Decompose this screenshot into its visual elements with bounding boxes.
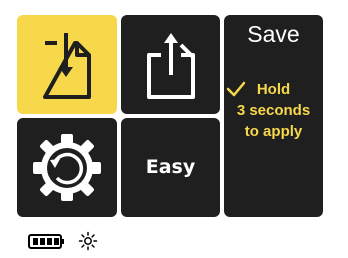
battery-icon <box>28 234 64 249</box>
brightness-icon <box>78 231 98 251</box>
save-tile[interactable]: Save Hold 3 seconds to apply <box>224 15 323 217</box>
hold-apply: to apply <box>244 123 303 140</box>
import-file-icon <box>43 33 91 99</box>
hold-label: Hold <box>256 81 291 98</box>
export-tile[interactable] <box>121 15 220 114</box>
mode-label: Easy <box>145 156 196 178</box>
hold-instruction: Hold <box>224 81 323 98</box>
import-tile[interactable] <box>17 15 117 114</box>
reset-tile[interactable] <box>17 118 117 217</box>
save-title: Save <box>247 21 300 47</box>
hold-duration: 3 seconds <box>236 102 311 119</box>
reset-dial-icon <box>33 134 101 201</box>
export-file-icon <box>147 33 195 99</box>
mode-tile[interactable]: Easy <box>121 118 220 217</box>
checkmark-icon <box>226 81 246 97</box>
